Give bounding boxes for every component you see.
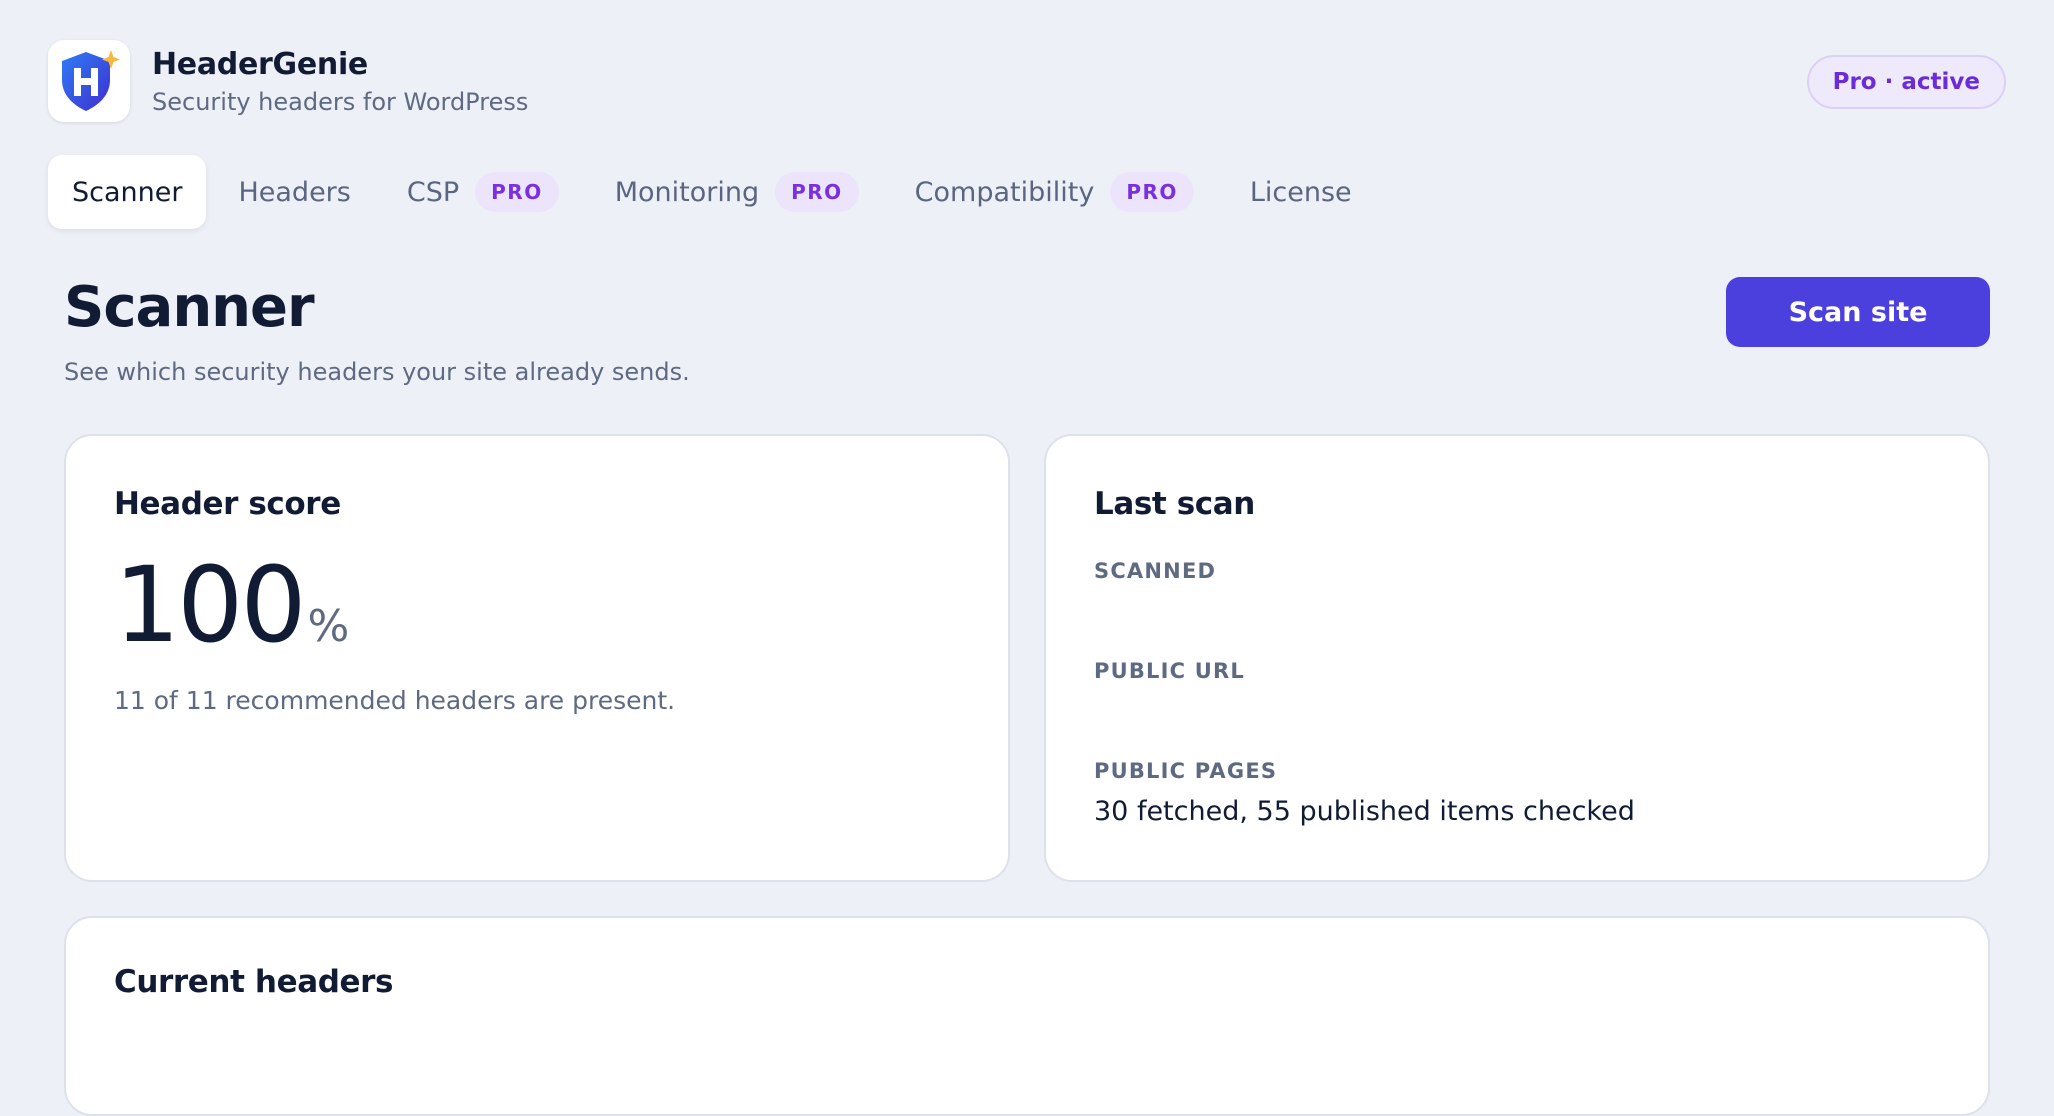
score-description: 11 of 11 recommended headers are present… <box>114 686 676 715</box>
tab-headers[interactable]: Headers <box>214 155 374 229</box>
brand: HeaderGenie Security headers for WordPre… <box>152 47 528 116</box>
tab-license[interactable]: License <box>1226 155 1376 229</box>
score-unit: % <box>307 601 350 652</box>
scan-site-button[interactable]: Scan site <box>1726 277 1990 347</box>
score-display: 100 % <box>114 544 349 666</box>
card-title: Current headers <box>114 964 394 1000</box>
last-scan-card: Last scan SCANNED PUBLIC URL PUBLIC PAGE… <box>1044 434 1990 882</box>
tab-scanner[interactable]: Scanner <box>48 155 207 229</box>
tab-label: Scanner <box>72 176 183 208</box>
card-title: Header score <box>114 486 341 522</box>
tab-label: Headers <box>238 176 351 208</box>
public-pages-label: PUBLIC PAGES <box>1094 759 1278 783</box>
tab-label: Monitoring <box>614 176 760 208</box>
app-subtitle: Security headers for WordPress <box>152 87 529 116</box>
pro-badge: PRO <box>1110 172 1194 212</box>
shield-logo-icon <box>48 40 130 122</box>
public-pages-value: 30 fetched, 55 published items checked <box>1094 796 1635 827</box>
page-subtitle: See which security headers your site alr… <box>64 358 690 386</box>
tab-csp[interactable]: CSP PRO <box>383 155 583 229</box>
tab-label: License <box>1249 176 1352 208</box>
app-name: HeaderGenie <box>152 46 368 82</box>
public-url-label: PUBLIC URL <box>1094 659 1245 683</box>
main-tabs: Scanner Headers CSP PRO Monitoring PRO C… <box>48 155 1384 229</box>
page-title: Scanner <box>64 275 315 340</box>
card-title: Last scan <box>1094 486 1255 522</box>
score-value: 100 <box>114 544 307 666</box>
tab-monitoring[interactable]: Monitoring PRO <box>591 155 883 229</box>
current-headers-card: Current headers <box>64 916 1990 1116</box>
tab-label: CSP <box>406 176 460 208</box>
plan-status-badge: Pro · active <box>1806 55 2006 109</box>
app-header: HeaderGenie Security headers for WordPre… <box>48 40 528 122</box>
pro-badge: PRO <box>475 172 559 212</box>
tab-label: Compatibility <box>914 176 1095 208</box>
scanned-label: SCANNED <box>1094 559 1217 583</box>
header-score-card: Header score 100 % 11 of 11 recommended … <box>64 434 1010 882</box>
tab-compatibility[interactable]: Compatibility PRO <box>891 155 1218 229</box>
pro-badge: PRO <box>775 172 859 212</box>
